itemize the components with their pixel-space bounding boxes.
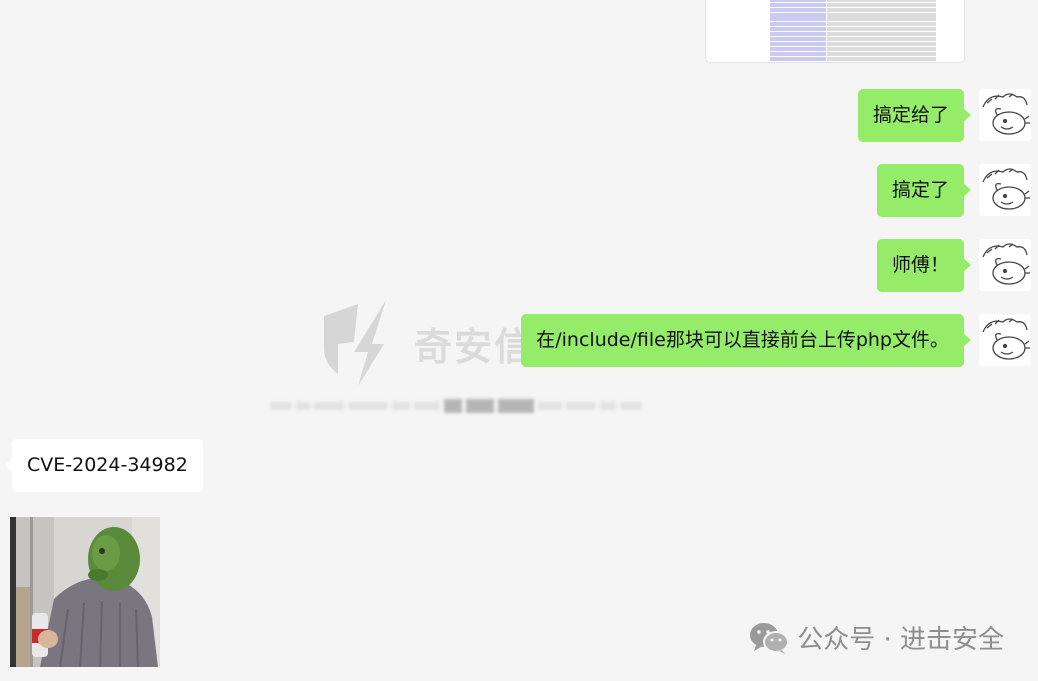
lightning-shield-icon [324, 300, 386, 386]
chat-window: 奇安信攻防社区 搞定给了 搞定了 [0, 0, 1038, 681]
message-bubble-other[interactable]: CVE-2024-34982 [5, 439, 203, 492]
screenshot-attachment[interactable] [705, 0, 965, 63]
sketch-cat-avatar-icon[interactable] [979, 89, 1031, 141]
blurred-text [270, 396, 700, 416]
message-bubble-self[interactable]: 搞定给了 [857, 89, 972, 142]
wechat-icon [750, 622, 790, 654]
screenshot-thumbnail [770, 0, 936, 62]
sketch-cat-avatar-icon[interactable] [979, 164, 1031, 216]
brand-label: 公众号 · 进击安全 [797, 625, 1004, 655]
message-bubble-self[interactable]: 在/include/file那块可以直接前台上传php文件。 [521, 314, 971, 367]
official-account-brand: 公众号 · 进击安全 [749, 619, 1004, 656]
sketch-cat-avatar-icon[interactable] [979, 314, 1031, 366]
message-bubble-self[interactable]: 师傅！ [876, 239, 972, 292]
sketch-cat-avatar-icon[interactable] [979, 239, 1031, 291]
message-bubble-self[interactable]: 搞定了 [876, 164, 972, 217]
masked-person-photo[interactable] [10, 517, 160, 667]
